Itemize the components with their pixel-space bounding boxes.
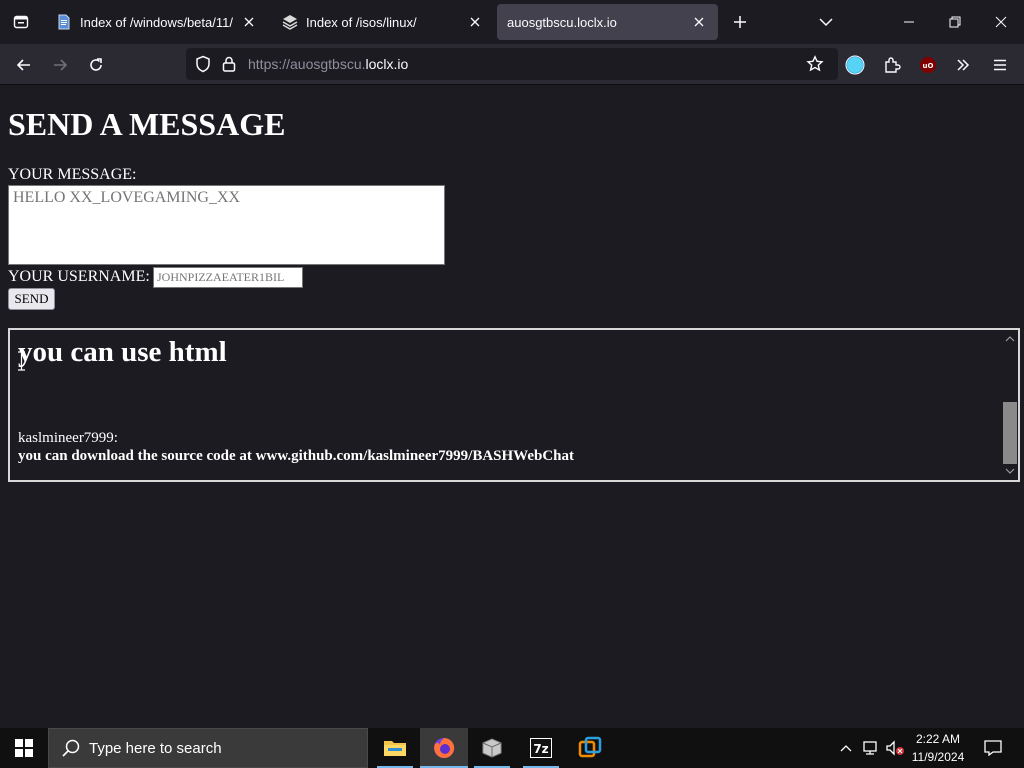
tab-strip: Index of /windows/beta/11/ Index of /iso… bbox=[0, 0, 1024, 44]
chat-frame[interactable]: you can use html kaslmineer7999: you can… bbox=[8, 328, 1020, 482]
chevron-down-icon bbox=[1005, 468, 1014, 474]
tab-title: Index of /isos/linux/ bbox=[306, 14, 417, 30]
hamburger-menu-icon bbox=[994, 59, 1006, 71]
minimize-icon bbox=[904, 21, 914, 23]
volume-muted-icon bbox=[886, 740, 904, 756]
tab-title: Index of /windows/beta/11/ bbox=[80, 14, 233, 30]
puzzle-icon bbox=[885, 57, 901, 73]
windows-logo-icon bbox=[15, 739, 33, 757]
taskbar-firefox[interactable] bbox=[420, 728, 468, 768]
shield-icon[interactable] bbox=[194, 55, 212, 73]
system-clock[interactable]: 2:22 AM 11/9/2024 bbox=[904, 730, 972, 766]
extensions-button[interactable] bbox=[877, 50, 907, 80]
chevron-down-icon bbox=[819, 18, 833, 27]
list-all-tabs-button[interactable] bbox=[814, 10, 838, 34]
url-text[interactable]: https://auosgtbscu.loclx.io bbox=[248, 56, 408, 72]
taskbar-vmware[interactable] bbox=[566, 728, 614, 768]
close-tab-icon[interactable] bbox=[466, 13, 484, 31]
network-tray[interactable] bbox=[860, 728, 882, 768]
chevron-up-icon bbox=[1005, 336, 1014, 342]
close-tab-icon[interactable] bbox=[240, 13, 258, 31]
document-icon bbox=[56, 14, 72, 30]
chat-scrollbar[interactable] bbox=[1001, 330, 1018, 480]
clock-time: 2:22 AM bbox=[915, 732, 961, 746]
more-tools-button[interactable] bbox=[948, 50, 978, 80]
taskbar-file-explorer[interactable] bbox=[371, 728, 419, 768]
chat-message-text: you can download the source code at www.… bbox=[18, 448, 575, 464]
forward-button[interactable] bbox=[45, 50, 75, 80]
double-chevron-right-icon bbox=[957, 59, 970, 71]
notification-icon bbox=[984, 740, 1002, 756]
url-host: loclx.io bbox=[365, 56, 409, 72]
close-tab-icon[interactable] bbox=[690, 13, 708, 31]
windows-taskbar: Type here to search 7z 2:22 AM 11/9/2024 bbox=[0, 728, 1024, 768]
chevron-up-icon bbox=[840, 745, 852, 752]
tab-isos-linux[interactable]: Index of /isos/linux/ bbox=[272, 4, 494, 40]
scroll-up-arrow[interactable] bbox=[1001, 332, 1018, 346]
show-hidden-icons-button[interactable] bbox=[836, 728, 856, 768]
reload-icon bbox=[90, 58, 102, 71]
close-icon bbox=[995, 16, 1007, 28]
chat-username: kaslmineer7999: bbox=[18, 430, 118, 446]
message-textarea[interactable] bbox=[8, 185, 445, 265]
volume-tray[interactable] bbox=[884, 728, 906, 768]
action-center-button[interactable] bbox=[978, 728, 1008, 768]
clock-date: 11/9/2024 bbox=[911, 750, 965, 764]
arrow-right-icon bbox=[54, 59, 68, 71]
ublock-shield-icon: uO bbox=[920, 57, 936, 73]
firefox-view-icon bbox=[13, 15, 29, 29]
back-button[interactable] bbox=[9, 50, 39, 80]
start-button[interactable] bbox=[0, 728, 48, 768]
new-tab-button[interactable] bbox=[728, 10, 752, 34]
network-icon bbox=[863, 741, 877, 755]
virtualbox-icon bbox=[482, 738, 502, 758]
search-icon bbox=[62, 739, 80, 757]
firefox-icon bbox=[434, 737, 455, 758]
close-window-button[interactable] bbox=[978, 0, 1024, 44]
taskbar-search-box[interactable]: Type here to search bbox=[48, 728, 368, 768]
taskbar-virtualbox[interactable] bbox=[468, 728, 516, 768]
account-avatar-icon bbox=[845, 55, 865, 75]
svg-text:uO: uO bbox=[923, 62, 934, 70]
navigation-toolbar: https://auosgtbscu.loclx.io uO bbox=[0, 44, 1024, 85]
tab-active-chat[interactable]: auosgtbscu.loclx.io bbox=[497, 4, 718, 40]
url-prefix: https://auosgtbscu. bbox=[248, 56, 366, 72]
bookmark-star-icon[interactable] bbox=[806, 55, 824, 73]
reload-button[interactable] bbox=[81, 50, 111, 80]
taskbar-7zip[interactable]: 7z bbox=[517, 728, 565, 768]
scroll-thumb[interactable] bbox=[1003, 402, 1017, 464]
plus-icon bbox=[734, 16, 746, 28]
vmware-icon bbox=[578, 736, 602, 758]
file-explorer-icon bbox=[384, 741, 406, 756]
stack-icon bbox=[282, 14, 298, 30]
firefox-account-button[interactable] bbox=[840, 50, 870, 80]
username-label: YOUR USERNAME: bbox=[8, 268, 150, 285]
minimize-button[interactable] bbox=[886, 0, 932, 44]
search-placeholder: Type here to search bbox=[89, 739, 222, 757]
tab-windows-beta[interactable]: Index of /windows/beta/11/ bbox=[46, 4, 268, 40]
restore-icon bbox=[949, 16, 961, 28]
tab-title: auosgtbscu.loclx.io bbox=[507, 14, 617, 30]
page-title: SEND A MESSAGE bbox=[8, 106, 286, 142]
tab-list-button[interactable] bbox=[0, 0, 42, 44]
ublock-origin-button[interactable]: uO bbox=[913, 50, 943, 80]
text-cursor-icon bbox=[18, 351, 25, 371]
username-input[interactable] bbox=[153, 267, 303, 288]
address-bar[interactable]: https://auosgtbscu.loclx.io bbox=[186, 48, 838, 80]
chat-heading-message: you can use html bbox=[18, 336, 227, 368]
7zip-icon: 7z bbox=[530, 738, 552, 758]
app-menu-button[interactable] bbox=[985, 50, 1015, 80]
svg-text:7z: 7z bbox=[533, 742, 548, 756]
arrow-left-icon bbox=[16, 59, 30, 71]
send-button[interactable]: SEND bbox=[8, 288, 55, 310]
lock-icon[interactable] bbox=[220, 55, 238, 73]
scroll-down-arrow[interactable] bbox=[1001, 464, 1018, 478]
chat-messages: you can use html kaslmineer7999: you can… bbox=[18, 330, 998, 480]
message-label: YOUR MESSAGE: bbox=[8, 166, 137, 183]
web-page: SEND A MESSAGE YOUR MESSAGE: YOUR USERNA… bbox=[0, 85, 1024, 728]
restore-button[interactable] bbox=[932, 0, 978, 44]
